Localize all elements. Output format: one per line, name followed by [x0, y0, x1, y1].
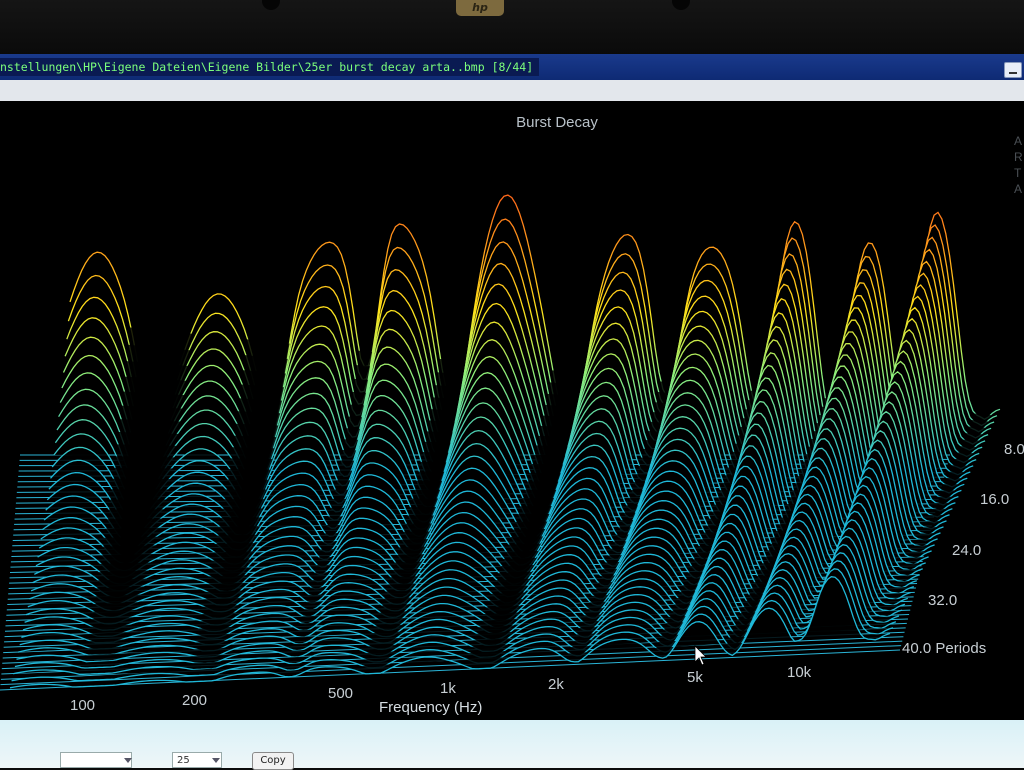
- depth-tick-label: 8.0: [1004, 441, 1024, 458]
- brand-letter: T: [1014, 166, 1022, 180]
- brand-letter: A: [1014, 134, 1023, 148]
- x-tick-label: 200: [182, 692, 208, 709]
- brand-letter: R: [1014, 150, 1023, 164]
- depth-tick-value: 40.0: [902, 640, 932, 657]
- footer-input[interactable]: [60, 752, 132, 768]
- depth-tick-label: 40.0 Periods: [902, 640, 986, 657]
- depth-tick-label: 16.0: [980, 491, 1010, 508]
- x-tick-label: 1k: [440, 680, 456, 697]
- x-tick-label: 100: [70, 697, 96, 714]
- depth-axis-label: Periods: [935, 640, 987, 657]
- chart-title: Burst Decay: [516, 114, 598, 131]
- copy-button[interactable]: Copy: [252, 752, 294, 770]
- chevron-down-icon[interactable]: [124, 756, 132, 764]
- brand-letter: A: [1014, 182, 1023, 196]
- x-axis-label: Frequency (Hz): [379, 699, 483, 716]
- x-tick-label: 2k: [548, 676, 564, 693]
- depth-tick-label: 24.0: [952, 542, 982, 559]
- decay-slices: [9, 194, 1001, 689]
- chevron-down-icon[interactable]: [212, 756, 220, 764]
- status-footer: [0, 720, 1024, 768]
- x-tick-label: 5k: [687, 669, 703, 686]
- x-tick-label: 500: [328, 685, 354, 702]
- floor-line: [0, 645, 902, 686]
- x-tick-label: 10k: [787, 664, 812, 681]
- depth-tick-label: 32.0: [928, 592, 958, 609]
